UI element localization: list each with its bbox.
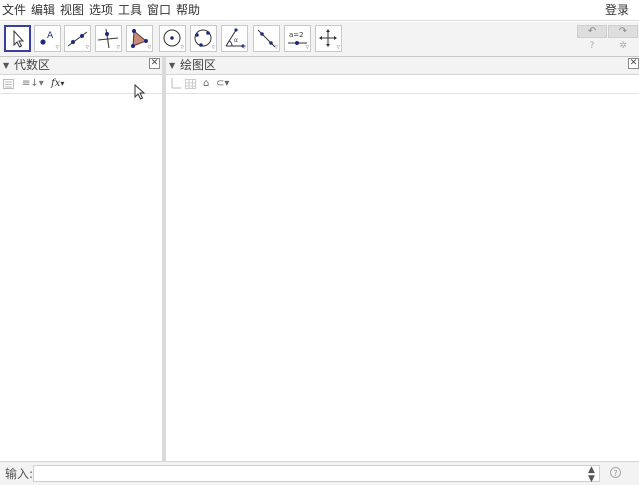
circle-tool-button[interactable]: ▿ [159, 25, 186, 52]
dropdown-triangle-icon: ▿ [85, 43, 89, 51]
menu-view[interactable]: 视图 [60, 2, 84, 18]
redo-button[interactable]: ↷ [608, 25, 638, 38]
redo-icon: ↷ [618, 26, 628, 37]
dropdown-triangle-icon: ▿ [116, 43, 120, 51]
dropdown-triangle-icon: ▿ [211, 43, 215, 51]
slider-tool-button[interactable]: a=2 ▿ [284, 25, 311, 52]
axes-icon[interactable] [170, 78, 181, 90]
graphics-view[interactable] [166, 94, 639, 461]
function-icon[interactable]: fx▾ [51, 78, 64, 90]
algebra-view-title: 代数区 [14, 58, 51, 72]
graphics-view-title: 绘图区 [180, 58, 217, 72]
point-capturing-icon[interactable]: ⊂▾ [216, 78, 229, 90]
dropdown-triangle-icon: ▿ [305, 43, 309, 51]
menu-options[interactable]: 选项 [89, 2, 113, 18]
reflect-tool-button[interactable]: ▿ [253, 25, 280, 52]
settings-icon[interactable]: ✲ [616, 41, 630, 51]
point-tool-button[interactable]: A ▿ [34, 25, 61, 52]
graphics-view-toolbar: ⌂ ⊂▾ [166, 75, 639, 94]
menu-tools[interactable]: 工具 [118, 2, 142, 18]
input-bar: 输入: ▲ ▼ ? [0, 461, 639, 485]
perpendicular-tool-button[interactable]: ▿ [95, 25, 122, 52]
move-graphics-tool-button[interactable]: ▿ [315, 25, 342, 52]
help-icon[interactable]: ? [585, 41, 599, 51]
move-tool-button[interactable] [4, 25, 31, 52]
mouse-cursor-icon [134, 84, 146, 100]
grid-icon[interactable] [185, 78, 197, 90]
login-link[interactable]: 登录 [605, 2, 629, 18]
polygon-tool-button[interactable]: ▿ [126, 25, 153, 52]
list-view-icon[interactable] [3, 78, 15, 90]
toolbar: A ▿ ▿ ▿ ▿ ▿ ▿ α ▿ ▿ a=2 ▿ ▿ ↶ ↷ ? ✲ [0, 22, 639, 57]
dropdown-triangle-icon: ▿ [274, 43, 278, 51]
undo-button[interactable]: ↶ [577, 25, 607, 38]
graphics-view-header: ▼ 绘图区 ✕ [166, 57, 639, 75]
undo-icon: ↶ [587, 26, 597, 37]
input-label: 输入: [5, 467, 34, 481]
slider-tool-text: a=2 [289, 31, 304, 39]
command-input[interactable] [33, 465, 600, 482]
menu-window[interactable]: 窗口 [147, 2, 171, 18]
dropdown-triangle-icon: ▿ [147, 43, 151, 51]
svg-text:α: α [234, 37, 238, 44]
sort-icon[interactable]: ≡↓▾ [22, 78, 44, 90]
collapse-arrow-icon[interactable]: ▼ [169, 61, 175, 70]
menu-edit[interactable]: 编辑 [31, 2, 55, 18]
dropdown-triangle-icon: ▿ [55, 43, 59, 51]
algebra-view[interactable] [0, 94, 162, 461]
dropdown-triangle-icon: ▿ [180, 43, 184, 51]
circle-three-points-tool-button[interactable]: ▿ [190, 25, 217, 52]
move-tool-icon [13, 29, 25, 48]
home-icon[interactable]: ⌂ [203, 78, 209, 90]
dropdown-triangle-icon: ▿ [336, 43, 340, 51]
line-tool-button[interactable]: ▿ [64, 25, 91, 52]
angle-tool-button[interactable]: α ▿ [221, 25, 248, 52]
input-help-icon[interactable]: ? [610, 467, 621, 478]
menubar: 文件 编辑 视图 选项 工具 窗口 帮助 登录 [0, 0, 639, 21]
collapse-arrow-icon[interactable]: ▼ [3, 61, 9, 70]
close-icon[interactable]: ✕ [149, 58, 160, 69]
menu-file[interactable]: 文件 [2, 2, 26, 18]
menu-help[interactable]: 帮助 [176, 2, 200, 18]
input-history-icon[interactable]: ▲ ▼ [588, 466, 595, 484]
algebra-view-header: ▼ 代数区 ✕ [0, 57, 162, 75]
close-icon[interactable]: ✕ [628, 58, 639, 69]
fx-label: fx [51, 78, 61, 89]
dropdown-triangle-icon: ▿ [242, 43, 246, 51]
svg-text:A: A [47, 31, 54, 41]
